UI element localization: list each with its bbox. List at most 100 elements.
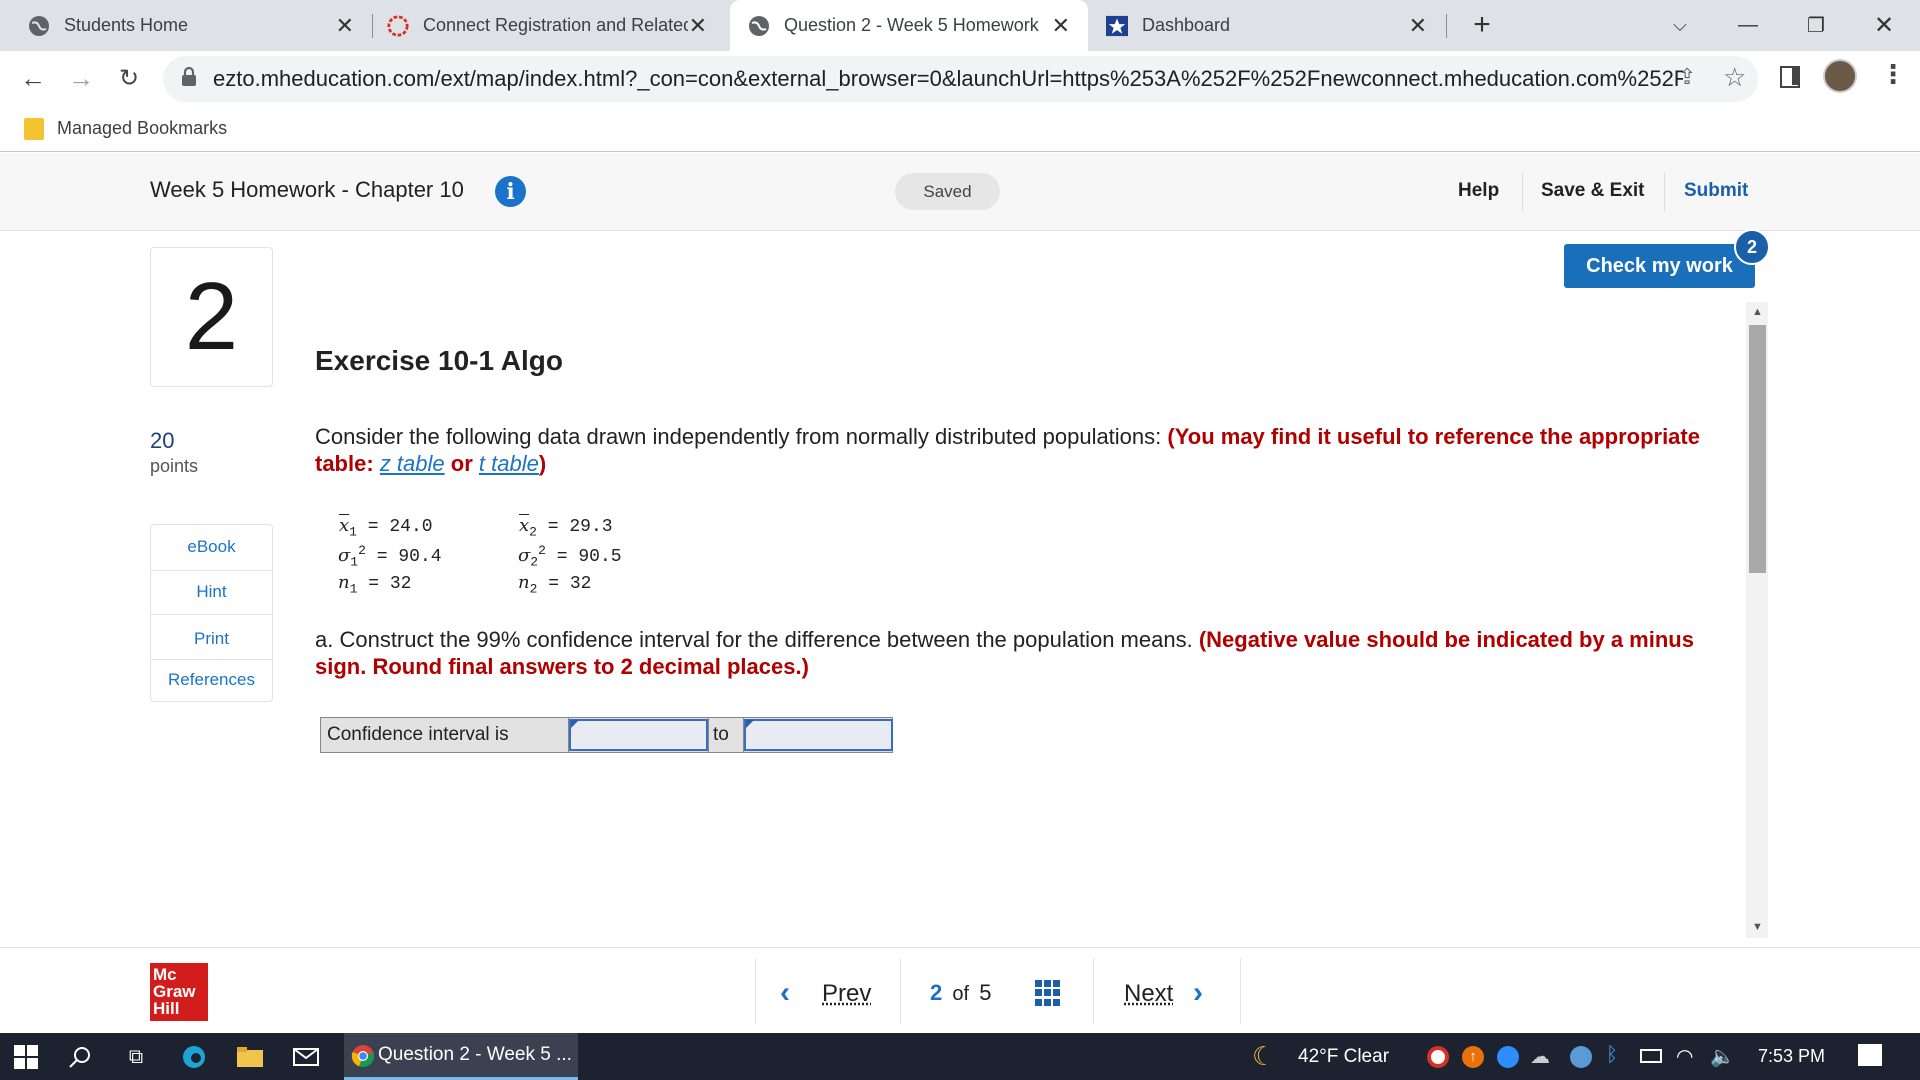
new-tab-icon[interactable]: + [1462, 8, 1502, 42]
scrollbar-thumb[interactable] [1749, 325, 1766, 573]
update-arrow-icon[interactable]: ↑ [1462, 1046, 1484, 1068]
forward-arrow-icon[interactable]: → [64, 61, 98, 95]
side-panel-icon[interactable] [1780, 66, 1800, 88]
footer-divider [1093, 958, 1094, 1024]
close-tab-icon[interactable]: ✕ [689, 13, 707, 39]
tool-divider [151, 614, 272, 615]
ci-lower-input[interactable] [569, 719, 708, 751]
question-number: 2 [150, 247, 273, 387]
tab-connect-registration[interactable]: Connect Registration and Related ✕ [373, 0, 725, 51]
chevron-left-icon[interactable]: ‹ [780, 976, 790, 1010]
exercise-title: Exercise 10-1 Algo [315, 345, 563, 376]
sample-size-1: n1 = 32 [338, 572, 412, 597]
bookmark-folder-icon [24, 118, 44, 140]
print-link[interactable]: Print [151, 629, 272, 649]
connect-logo-icon [387, 14, 409, 37]
of-label: of [952, 983, 970, 1005]
tab-title: Question 2 - Week 5 Homework [784, 15, 1039, 35]
close-tab-icon[interactable]: ✕ [1409, 13, 1427, 39]
address-bar[interactable]: ezto.mheducation.com/ext/map/index.html?… [163, 56, 1758, 102]
hint-link[interactable]: Hint [151, 582, 272, 602]
info-icon[interactable]: i [495, 176, 526, 207]
onedrive-cloud-icon[interactable]: ☁ [1530, 1044, 1550, 1069]
total-questions: 5 [979, 980, 992, 1005]
reload-icon[interactable]: ↻ [112, 61, 146, 95]
footer-divider [1240, 958, 1241, 1024]
notifications-icon[interactable] [1858, 1044, 1882, 1066]
check-my-work-button[interactable]: Check my work [1564, 244, 1755, 288]
wifi-icon[interactable]: ◠ [1676, 1044, 1693, 1069]
variance-2: σ22 = 90.5 [518, 543, 622, 570]
minimize-icon[interactable]: — [1728, 8, 1768, 42]
tab-dashboard[interactable]: Dashboard ✕ [1090, 0, 1445, 51]
ebook-link[interactable]: eBook [151, 537, 272, 557]
tab-question-2[interactable]: Question 2 - Week 5 Homework ✕ [730, 0, 1088, 51]
input-flag-icon [746, 720, 754, 728]
mail-icon[interactable] [292, 1043, 320, 1071]
lock-icon[interactable] [181, 66, 197, 92]
sample-mean-2: x2 = 29.3 [519, 515, 613, 540]
variance-1: σ12 = 90.4 [338, 543, 442, 570]
part-a-prompt: a. Construct the 99% confidence interval… [315, 626, 1735, 680]
menu-kebab-icon[interactable]: ⋮ [1880, 59, 1906, 90]
windows-start-icon[interactable] [12, 1043, 40, 1071]
edge-icon[interactable] [180, 1043, 208, 1071]
recording-icon[interactable] [1427, 1046, 1449, 1068]
close-paren: ) [538, 451, 547, 476]
footer-divider [900, 958, 901, 1024]
question-grid-icon[interactable] [1035, 980, 1061, 1006]
page-indicator: 2 of 5 [930, 980, 991, 1006]
z-table-link[interactable]: z table [380, 451, 445, 476]
tool-divider [151, 570, 272, 571]
dashboard-star-icon [1106, 15, 1128, 37]
scroll-down-icon[interactable]: ▼ [1749, 921, 1766, 933]
task-view-icon[interactable]: ⧉ [122, 1043, 150, 1071]
footer-divider [755, 958, 756, 1024]
assignment-header: Week 5 Homework - Chapter 10 i Saved Hel… [0, 153, 1920, 231]
meet-icon[interactable] [1570, 1046, 1592, 1068]
assignment-title: Week 5 Homework - Chapter 10 [150, 177, 464, 202]
bluetooth-icon[interactable]: ᛒ [1606, 1044, 1618, 1067]
tool-divider [151, 659, 272, 660]
t-table-link[interactable]: t table [479, 451, 539, 476]
weather-moon-icon: ☾ [1252, 1041, 1276, 1071]
chevron-right-icon[interactable]: › [1193, 976, 1203, 1010]
next-button[interactable]: Next [1124, 980, 1173, 1008]
references-link[interactable]: References [151, 670, 272, 690]
input-flag-icon [571, 720, 579, 728]
prev-button[interactable]: Prev [822, 980, 871, 1008]
question-navigation: Mc Graw Hill ‹ Prev 2 of 5 Next › [0, 947, 1920, 1033]
bookmark-star-icon[interactable]: ☆ [1723, 62, 1746, 93]
scroll-up-icon[interactable]: ▲ [1749, 306, 1766, 318]
weather-text[interactable]: 42°F Clear [1298, 1046, 1389, 1068]
question-prompt: Consider the following data drawn indepe… [315, 423, 1735, 477]
tab-students-home[interactable]: Students Home ✕ [0, 0, 372, 51]
header-divider [1522, 173, 1523, 211]
close-window-icon[interactable]: ✕ [1864, 8, 1904, 42]
tab-search-chevron-icon[interactable]: ⌵ [1660, 8, 1700, 42]
share-icon[interactable]: ⇪ [1678, 64, 1696, 90]
submit-link[interactable]: Submit [1684, 180, 1748, 202]
chrome-icon [351, 1044, 375, 1073]
ci-upper-input[interactable] [744, 719, 893, 751]
prompt-text: Consider the following data drawn indepe… [315, 424, 1162, 449]
clock-time[interactable]: 7:53 PM [1758, 1046, 1825, 1067]
file-explorer-icon[interactable] [236, 1043, 264, 1071]
profile-avatar[interactable] [1823, 59, 1857, 93]
close-tab-icon[interactable]: ✕ [336, 13, 354, 39]
taskbar-item-label: Question 2 - Week 5 ... [378, 1044, 572, 1065]
confidence-interval-row: Confidence interval is to [320, 717, 893, 753]
zoom-icon[interactable] [1497, 1046, 1519, 1068]
saved-status: Saved [895, 173, 1000, 210]
current-question: 2 [930, 980, 943, 1005]
search-icon[interactable] [66, 1043, 94, 1071]
volume-icon[interactable]: 🔈 [1710, 1044, 1735, 1069]
battery-icon[interactable] [1640, 1049, 1662, 1063]
save-exit-link[interactable]: Save & Exit [1541, 180, 1645, 202]
taskbar-chrome-window[interactable]: Question 2 - Week 5 ... [344, 1033, 578, 1080]
restore-icon[interactable]: ❐ [1796, 8, 1836, 42]
close-tab-icon[interactable]: ✕ [1052, 13, 1070, 39]
back-arrow-icon[interactable]: ← [16, 61, 50, 95]
managed-bookmarks-label[interactable]: Managed Bookmarks [57, 118, 227, 139]
help-link[interactable]: Help [1458, 180, 1499, 202]
